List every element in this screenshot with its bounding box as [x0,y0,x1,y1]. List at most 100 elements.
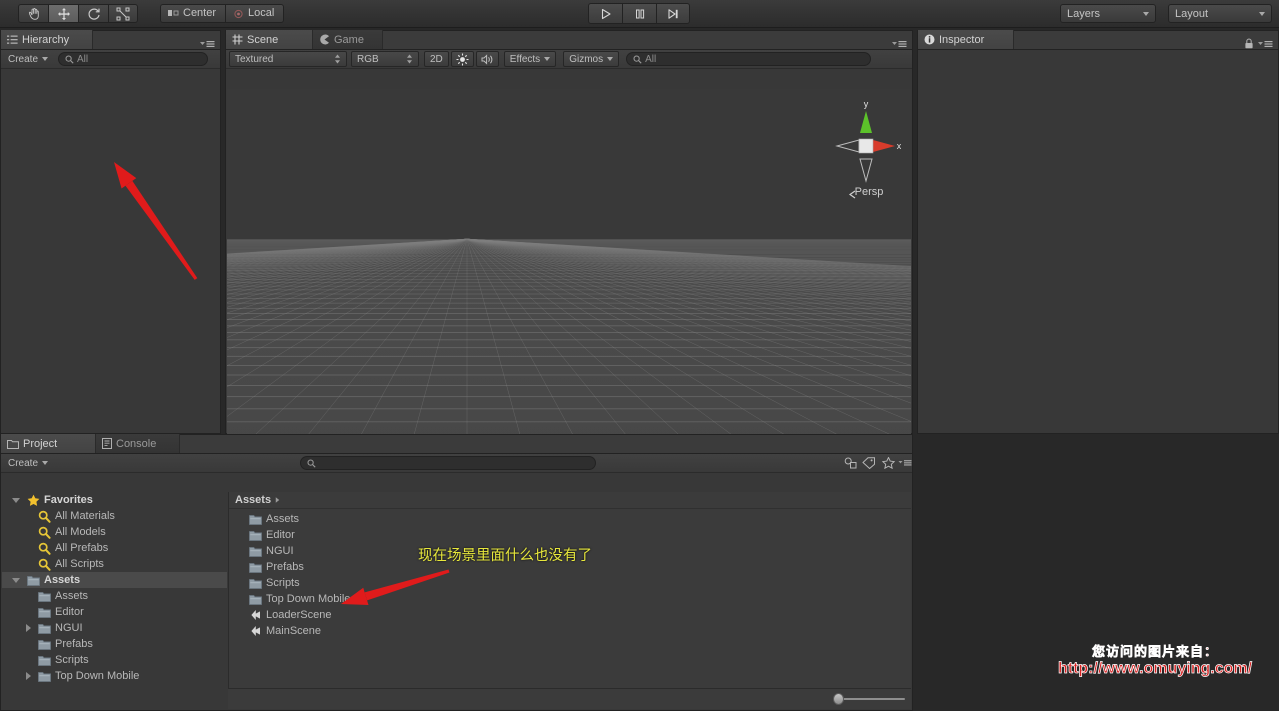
project-tree-item[interactable]: Assets [2,572,227,588]
step-button[interactable] [656,3,690,24]
console-icon [102,438,112,449]
scene-audio-toggle[interactable] [475,51,499,67]
favorite-filter-icon[interactable] [878,457,898,469]
hierarchy-search-input[interactable]: All [58,52,209,66]
play-button[interactable] [588,3,622,24]
project-tree-item[interactable]: Assets [2,588,227,604]
hierarchy-body: Create All [1,50,220,433]
tab-scene[interactable]: Scene [226,30,313,49]
tab-console[interactable]: Console [96,434,180,453]
slider-handle[interactable] [833,693,844,705]
project-tree-item-label: NGUI [55,622,83,634]
project-tree-item[interactable]: All Materials [2,508,227,524]
effects-dropdown[interactable]: Effects [503,51,557,67]
layout-label: Layout [1175,7,1209,20]
inspector-panel-menu-icon[interactable] [1257,39,1273,49]
project-tree-item[interactable]: All Scripts [2,556,227,572]
project-content-item[interactable]: Top Down Mobile [229,591,911,607]
chevron-down-icon [544,57,551,61]
project-tree-item[interactable]: Top Down Mobile [2,668,227,684]
scene-tabbar: Scene Game [226,30,912,50]
project-content-item[interactable]: Assets [229,511,911,527]
pause-button[interactable] [622,3,656,24]
project-content-item-label: Scripts [266,577,300,589]
scale-tool-button[interactable] [108,4,138,23]
breadcrumb-label: Assets [235,494,272,506]
project-content-item-label: NGUI [266,545,294,557]
project-tree-item[interactable]: All Models [2,524,227,540]
game-pacman-icon [319,34,330,45]
unity-editor-window: Center Local Layers Layout Hierarchy Cre… [0,0,1279,711]
project-tree-item[interactable]: NGUI [2,620,227,636]
scene-panel-menu-icon[interactable] [891,39,907,49]
toggle-2d-button[interactable]: 2D [424,51,449,67]
hierarchy-panel: Hierarchy Create All [0,30,221,434]
draw-mode-dropdown[interactable]: Textured [229,51,347,67]
collapse-triangle-icon[interactable] [12,577,20,583]
watermark-line1: 您访问的图片来自： [1091,644,1218,659]
project-zoom-slider[interactable] [833,693,905,705]
project-tree-item[interactable]: Favorites [2,492,227,508]
layers-dropdown[interactable]: Layers [1060,4,1156,23]
project-tree-item[interactable]: All Prefabs [2,540,227,556]
project-contents-list[interactable]: Assets Editor NGUI Prefabs Scripts Top Down M… [229,509,911,639]
project-create-label: Create [8,457,39,469]
scene-orientation-gizmo[interactable]: y x Persp [831,97,902,202]
tab-game[interactable]: Game [313,30,383,49]
project-tree-item[interactable]: Scripts [2,652,227,668]
scene-viewport[interactable]: y x Persp [227,89,911,446]
project-create-button[interactable]: Create [2,455,53,471]
playback-controls-group [588,3,690,24]
project-tree-item-label: Favorites [44,494,93,506]
watermark-line2: http://www.omuying.com/ [1057,659,1253,678]
inspector-body[interactable] [918,50,1278,433]
project-tree-item[interactable]: Editor [2,604,227,620]
tab-project[interactable]: Project [1,434,96,453]
tab-inspector[interactable]: Inspector [918,30,1014,49]
move-tool-button[interactable] [48,4,78,23]
gizmos-dropdown[interactable]: Gizmos [563,51,620,67]
hierarchy-panel-menu-icon[interactable] [199,39,215,49]
tab-hierarchy[interactable]: Hierarchy [1,30,93,49]
project-search-input[interactable] [300,456,597,470]
expand-triangle-icon[interactable] [26,624,31,632]
hierarchy-create-button[interactable]: Create [2,51,53,67]
hierarchy-tree[interactable] [1,69,220,433]
rotate-tool-button[interactable] [78,4,108,23]
scene-grid-lines [227,238,911,446]
tab-hierarchy-label: Hierarchy [22,33,70,46]
gizmo-projection-label: Persp [855,186,884,198]
project-tree[interactable]: Favorites All Materials All Models All Pref… [2,492,227,709]
breadcrumb[interactable]: Assets [229,492,911,509]
asset-type-filter-icon[interactable] [842,457,860,469]
label-filter-icon[interactable] [860,457,878,469]
project-content-item[interactable]: MainScene [229,623,911,639]
pivot-rotation-button[interactable]: Local [225,4,285,23]
project-contents[interactable]: Assets Assets Editor NGUI Prefabs Scripts Top… [228,492,911,688]
scene-lighting-toggle[interactable] [450,51,474,67]
expand-triangle-icon[interactable] [26,672,31,680]
scene-search-input[interactable]: All [626,52,872,66]
project-content-item[interactable]: LoaderScene [229,607,911,623]
project-content-item[interactable]: Scripts [229,575,911,591]
project-panel-menu-icon[interactable] [898,459,912,467]
color-mode-dropdown[interactable]: RGB [351,51,419,67]
project-tree-item-label: Assets [55,590,89,602]
scene-body: Textured RGB 2D Effects Gizmos All y x P… [226,50,912,446]
updown-arrows-icon [334,54,341,64]
project-tree-item-label: All Prefabs [55,542,109,554]
project-tree-item[interactable]: Prefabs [2,636,227,652]
chevron-down-icon [1143,11,1149,16]
project-content-item[interactable]: Editor [229,527,911,543]
star-icon [27,494,40,507]
project-content-item-label: Editor [266,529,295,541]
svg-text:x: x [897,141,901,151]
project-folder-icon [7,439,19,449]
hand-tool-button[interactable] [18,4,48,23]
pivot-mode-button[interactable]: Center [160,4,226,23]
lock-icon[interactable] [1244,38,1254,49]
search-saved-icon [38,558,51,571]
layout-dropdown[interactable]: Layout [1168,4,1272,23]
hierarchy-tabbar: Hierarchy [1,30,220,50]
collapse-triangle-icon[interactable] [12,497,20,503]
